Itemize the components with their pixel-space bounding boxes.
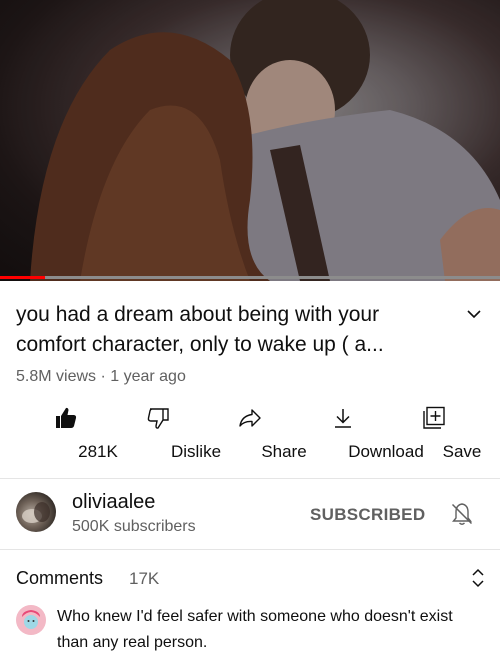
comments-heading[interactable]: Comments [16, 568, 103, 589]
download-icon [335, 409, 351, 428]
dislike-button[interactable]: Dislike [120, 404, 221, 464]
divider [0, 478, 500, 479]
video-thumbnail-art [0, 0, 500, 281]
save-button[interactable]: Save [406, 404, 481, 464]
top-comment-text[interactable]: Who knew I'd feel safer with someone who… [57, 604, 477, 656]
channel-avatar[interactable] [16, 492, 56, 532]
video-progress-fill [0, 276, 45, 279]
share-arrow-icon [239, 409, 261, 427]
notifications-off-bell-icon[interactable] [449, 501, 475, 527]
comments-count: 17K [129, 569, 160, 588]
share-button[interactable]: Share [216, 404, 307, 464]
avatar-image [22, 502, 50, 523]
divider [0, 549, 500, 550]
thumbs-down-icon [147, 408, 169, 429]
subscribed-button[interactable]: SUBSCRIBED [310, 505, 425, 525]
video-meta: 5.8M views · 1 year ago [16, 368, 186, 385]
video-progress-bar[interactable] [0, 276, 500, 279]
save-label: Save [442, 442, 482, 461]
video-title[interactable]: you had a dream about being with your co… [16, 300, 436, 360]
video-player[interactable] [0, 0, 500, 281]
channel-name[interactable]: oliviaalee [72, 491, 155, 514]
download-button[interactable]: Download [300, 404, 424, 464]
like-button[interactable]: 281K [34, 404, 118, 464]
action-bar: 281K Dislike Share Download Save [0, 404, 500, 464]
chevron-down-icon[interactable] [464, 304, 484, 324]
commenter-avatar[interactable] [16, 605, 46, 635]
save-playlist-icon [423, 406, 445, 429]
thumbs-up-filled-icon [56, 407, 77, 428]
expand-collapse-icon[interactable] [468, 567, 488, 589]
avatar-image [16, 605, 46, 635]
subscriber-count: 500K subscribers [72, 518, 196, 535]
